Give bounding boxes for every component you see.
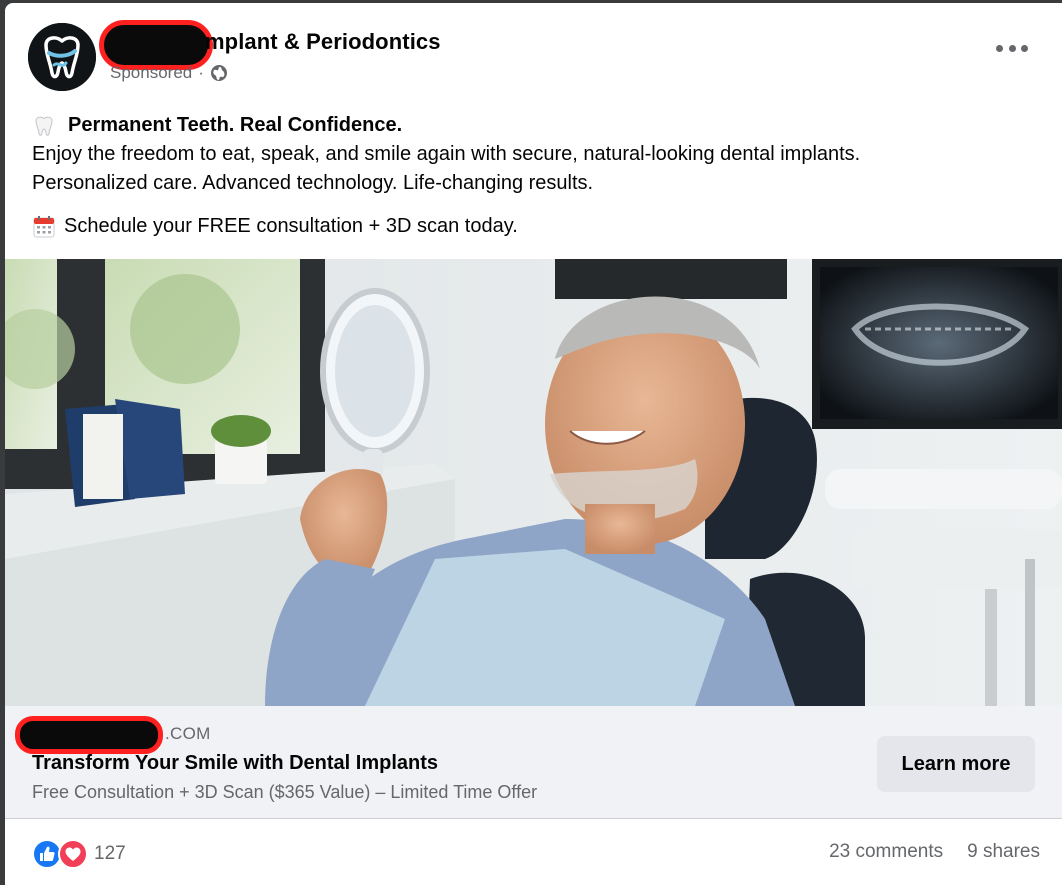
love-icon xyxy=(58,839,88,869)
link-card[interactable]: .COM Transform Your Smile with Dental Im… xyxy=(5,706,1062,818)
tooth-icon xyxy=(32,114,56,138)
calendar-icon xyxy=(32,215,56,239)
learn-more-button[interactable]: Learn more xyxy=(877,736,1035,792)
page-avatar[interactable] xyxy=(28,23,96,91)
tooth-logo-icon xyxy=(28,23,96,91)
cta-text: Schedule your FREE consultation + 3D sca… xyxy=(64,215,518,237)
engagement-counts: 23 comments 9 shares xyxy=(829,841,1040,863)
post-headline: Permanent Teeth. Real Confidence. xyxy=(32,111,1032,140)
body-line-1: Enjoy the freedom to eat, speak, and smi… xyxy=(32,143,861,165)
post-header: mplant & Periodontics Sponsored · xyxy=(5,3,1062,103)
link-description: Free Consultation + 3D Scan ($365 Value)… xyxy=(32,782,538,802)
sponsored-label[interactable]: Sponsored xyxy=(110,63,192,83)
cta-line: Schedule your FREE consultation + 3D sca… xyxy=(32,212,1032,241)
reaction-count: 127 xyxy=(94,843,126,864)
comments-count[interactable]: 23 comments xyxy=(829,841,943,863)
globe-icon[interactable] xyxy=(210,64,228,82)
page-name[interactable]: mplant & Periodontics xyxy=(205,29,441,55)
headline-text: Permanent Teeth. Real Confidence. xyxy=(68,114,403,136)
shares-count[interactable]: 9 shares xyxy=(967,841,1040,863)
post-text: Permanent Teeth. Real Confidence. Enjoy … xyxy=(32,111,1032,241)
link-domain: .COM xyxy=(165,724,211,743)
sponsored-post: mplant & Periodontics Sponsored · Perman… xyxy=(5,3,1062,885)
post-meta: Sponsored · xyxy=(110,63,228,83)
ad-image[interactable] xyxy=(5,259,1062,706)
meta-separator: · xyxy=(198,63,204,82)
more-options-icon[interactable] xyxy=(996,39,1028,57)
reactions-summary[interactable]: 127 xyxy=(32,839,126,869)
domain-redaction xyxy=(15,716,163,754)
link-title[interactable]: Transform Your Smile with Dental Implant… xyxy=(32,752,438,775)
body-line-2: Personalized care. Advanced technology. … xyxy=(32,172,594,194)
engagement-bar: 127 23 comments 9 shares xyxy=(5,818,1062,885)
